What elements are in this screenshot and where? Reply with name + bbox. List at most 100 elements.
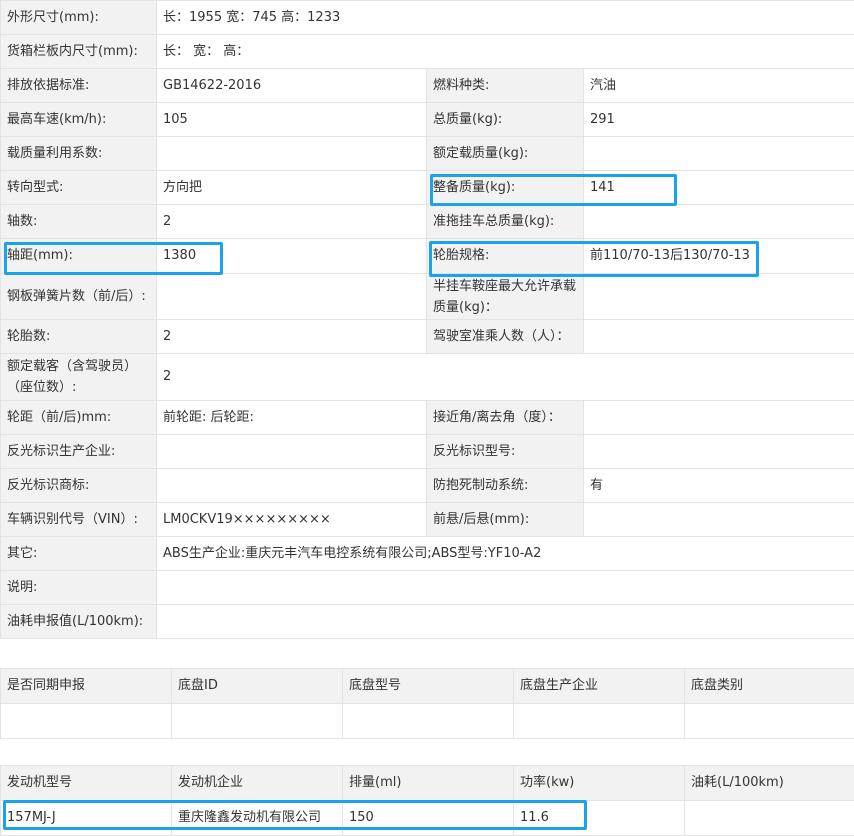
spec-value: 1380 [157, 239, 427, 274]
spec-row: 轮距（前/后)mm:前轮距: 后轮距:接近角/离去角（度）： [1, 401, 854, 435]
spec-value [584, 205, 854, 239]
spec-label: 半挂车鞍座最大允许承载质量(kg)： [427, 274, 584, 320]
spec-row: 载质量利用系数: 额定载质量(kg): [1, 137, 854, 171]
spec-value: 长：1955 宽：745 高：1233 [157, 1, 854, 35]
chassis-value-maker [514, 704, 685, 739]
chassis-value-sync [1, 704, 172, 739]
spec-label: 防抱死制动系统: [427, 469, 584, 503]
chassis-value-category [685, 704, 854, 739]
vehicle-spec-table: 外形尺寸(mm):长：1955 宽：745 高：1233货箱栏板内尺寸(mm):… [0, 0, 854, 639]
spec-value: 2 [157, 354, 854, 401]
spec-label: 额定载质量(kg): [427, 137, 584, 171]
spec-label: 接近角/离去角（度）： [427, 401, 584, 435]
spec-row: 最高车速(km/h):105总质量(kg):291 [1, 103, 854, 137]
spec-row: 车辆识别代号（VIN）:LM0CKV19×××××××××前悬/后悬(mm): [1, 503, 854, 537]
chassis-value-model [343, 704, 514, 739]
spec-label: 说明: [1, 571, 157, 605]
engine-header-model: 发动机型号 [1, 766, 172, 801]
spec-value: LM0CKV19××××××××× [157, 503, 427, 537]
spec-value [584, 320, 854, 354]
spec-label: 货箱栏板内尺寸(mm): [1, 35, 157, 69]
spec-value: 前轮距: 后轮距: [157, 401, 427, 435]
engine-value-power: 11.6 [514, 801, 685, 836]
spec-value: 2 [157, 320, 427, 354]
spec-label: 轮胎规格: [427, 239, 584, 274]
spec-row: 钢板弹簧片数（前/后）:半挂车鞍座最大允许承载质量(kg)： [1, 274, 854, 320]
spec-label: 整备质量(kg): [427, 171, 584, 205]
spec-label: 反光标识生产企业: [1, 435, 157, 469]
spec-value: 141 [584, 171, 854, 205]
spec-value: 方向把 [157, 171, 427, 205]
spec-value [157, 469, 427, 503]
spec-value: 汽油 [584, 69, 854, 103]
spec-value [584, 274, 854, 320]
spec-label: 轮胎数: [1, 320, 157, 354]
spec-label: 轮距（前/后)mm: [1, 401, 157, 435]
spec-row: 说明: [1, 571, 854, 605]
spec-value [584, 503, 854, 537]
chassis-header-maker: 底盘生产企业 [514, 669, 685, 704]
spec-label: 燃料种类: [427, 69, 584, 103]
spec-label: 其它: [1, 537, 157, 571]
spec-value: 有 [584, 469, 854, 503]
engine-value-consumption [685, 801, 854, 836]
spec-value: 前110/70-13后130/70-13 [584, 239, 854, 274]
spec-label: 额定载客（含驾驶员）（座位数）: [1, 354, 157, 401]
spec-row: 轴数:2准拖挂车总质量(kg): [1, 205, 854, 239]
chassis-header-model: 底盘型号 [343, 669, 514, 704]
spec-row: 反光标识商标: 防抱死制动系统:有 [1, 469, 854, 503]
spec-value: 105 [157, 103, 427, 137]
spec-value [584, 435, 854, 469]
spec-row: 排放依据标准:GB14622-2016燃料种类:汽油 [1, 69, 854, 103]
engine-value-model: 157MJ-J [1, 801, 172, 836]
spec-value: 长： 宽： 高： [157, 35, 854, 69]
engine-header-consumption: 油耗(L/100km) [685, 766, 854, 801]
spec-label: 反光标识型号: [427, 435, 584, 469]
spec-label: 最高车速(km/h): [1, 103, 157, 137]
chassis-table: 是否同期申报 底盘ID 底盘型号 底盘生产企业 底盘类别 [0, 668, 854, 739]
spec-label: 载质量利用系数: [1, 137, 157, 171]
engine-header-row: 发动机型号 发动机企业 排量(ml) 功率(kw) 油耗(L/100km) [1, 766, 854, 801]
spec-label: 准拖挂车总质量(kg): [427, 205, 584, 239]
spec-value: 2 [157, 205, 427, 239]
spec-value: ABS生产企业:重庆元丰汽车电控系统有限公司;ABS型号:YF10-A2 [157, 537, 854, 571]
chassis-header-category: 底盘类别 [685, 669, 854, 704]
engine-header-power: 功率(kw) [514, 766, 685, 801]
spec-label: 轴距(mm): [1, 239, 157, 274]
spec-value: 291 [584, 103, 854, 137]
engine-value-row: 157MJ-J 重庆隆鑫发动机有限公司 150 11.6 [1, 801, 854, 836]
chassis-header-id: 底盘ID [172, 669, 343, 704]
spec-value [157, 571, 854, 605]
spec-label: 排放依据标准: [1, 69, 157, 103]
spec-label: 油耗申报值(L/100km): [1, 605, 157, 639]
spec-label: 轴数: [1, 205, 157, 239]
spec-label: 前悬/后悬(mm): [427, 503, 584, 537]
chassis-value-row [1, 704, 854, 739]
spec-row: 油耗申报值(L/100km): [1, 605, 854, 639]
chassis-header-row: 是否同期申报 底盘ID 底盘型号 底盘生产企业 底盘类别 [1, 669, 854, 704]
spec-label: 总质量(kg): [427, 103, 584, 137]
spec-label: 外形尺寸(mm): [1, 1, 157, 35]
engine-value-displacement: 150 [343, 801, 514, 836]
spec-row: 轴距(mm):1380轮胎规格:前110/70-13后130/70-13 [1, 239, 854, 274]
spec-row: 转向型式:方向把整备质量(kg):141 [1, 171, 854, 205]
chassis-value-id [172, 704, 343, 739]
spec-row: 反光标识生产企业: 反光标识型号: [1, 435, 854, 469]
chassis-header-sync: 是否同期申报 [1, 669, 172, 704]
spec-value: GB14622-2016 [157, 69, 427, 103]
spec-label: 车辆识别代号（VIN）: [1, 503, 157, 537]
engine-header-displacement: 排量(ml) [343, 766, 514, 801]
spec-label: 反光标识商标: [1, 469, 157, 503]
engine-value-maker: 重庆隆鑫发动机有限公司 [172, 801, 343, 836]
engine-table: 发动机型号 发动机企业 排量(ml) 功率(kw) 油耗(L/100km) 15… [0, 765, 854, 836]
spec-row: 额定载客（含驾驶员）（座位数）:2 [1, 354, 854, 401]
engine-header-maker: 发动机企业 [172, 766, 343, 801]
spec-value [157, 137, 427, 171]
spec-row: 轮胎数:2驾驶室准乘人数（人）： [1, 320, 854, 354]
spec-label: 驾驶室准乘人数（人）： [427, 320, 584, 354]
spec-value [157, 274, 427, 320]
spec-row: 其它:ABS生产企业:重庆元丰汽车电控系统有限公司;ABS型号:YF10-A2 [1, 537, 854, 571]
spec-row: 货箱栏板内尺寸(mm):长： 宽： 高： [1, 35, 854, 69]
spec-label: 转向型式: [1, 171, 157, 205]
spec-row: 外形尺寸(mm):长：1955 宽：745 高：1233 [1, 1, 854, 35]
